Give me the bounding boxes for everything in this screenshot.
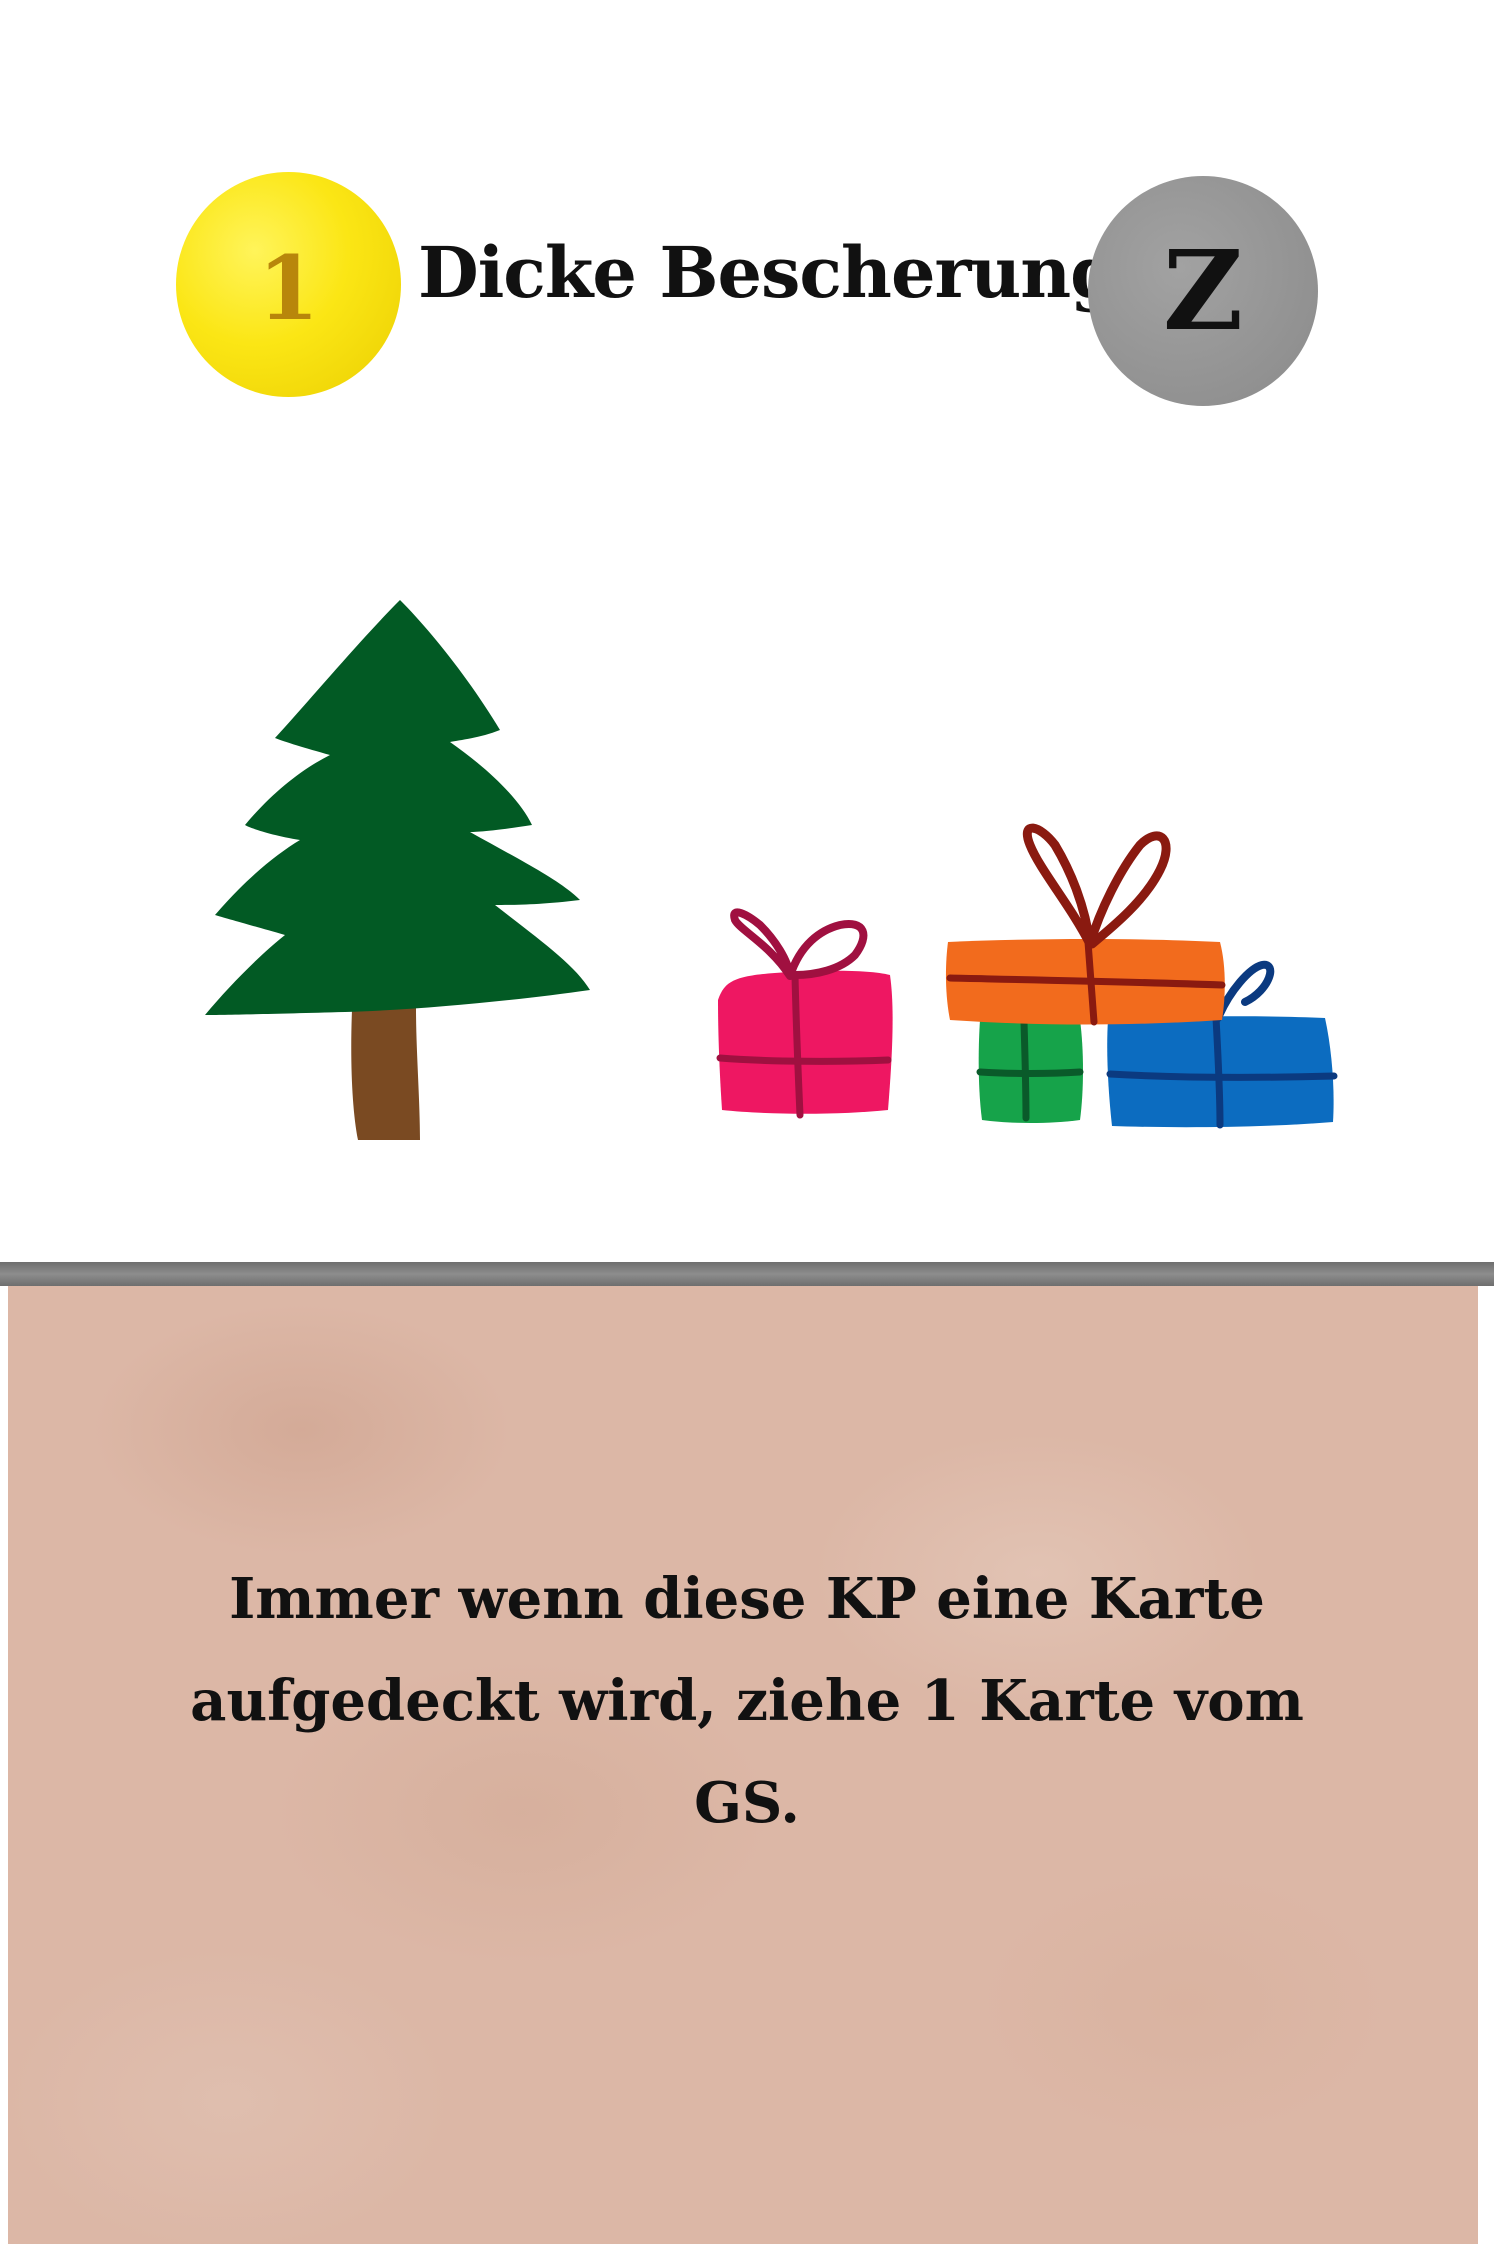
rule-text: Immer wenn diese KP eine Karte aufgedeck… [190, 1566, 1304, 1836]
type-coin: Z [1088, 176, 1318, 406]
card-title: Dicke Bescherung [418, 231, 1119, 314]
gift-green-icon [976, 1017, 1084, 1123]
cost-value: 1 [257, 235, 320, 340]
card-illustration [205, 600, 1338, 1140]
gift-pink-icon [716, 908, 893, 1119]
card-header-area: 1 Dicke Bescherung Z [0, 0, 1494, 1262]
christmas-tree-icon [205, 600, 590, 1140]
card-edge [1478, 1286, 1494, 2244]
gift-orange-icon [945, 823, 1226, 1026]
cost-coin: 1 [176, 172, 401, 397]
section-divider [0, 1262, 1494, 1286]
type-value: Z [1162, 226, 1244, 355]
